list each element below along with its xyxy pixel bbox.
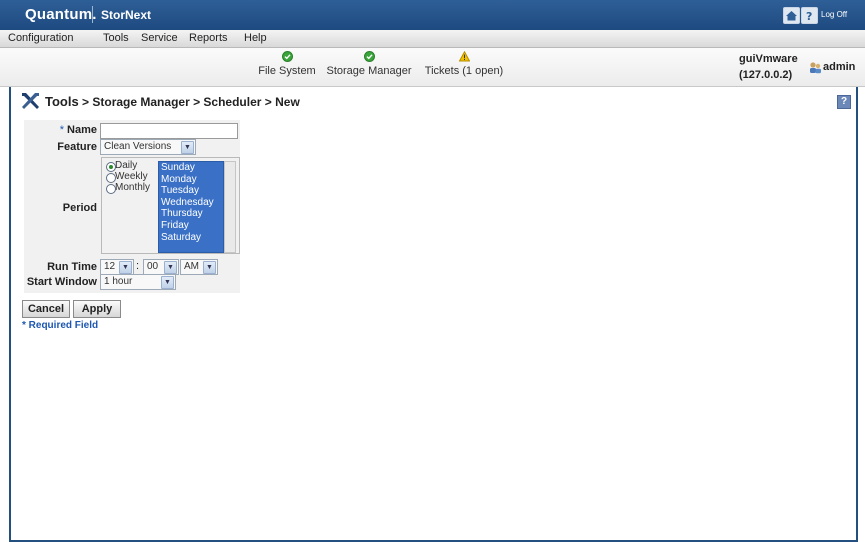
breadcrumb-root: Tools — [45, 94, 79, 109]
run-hour-value: 12 — [104, 261, 116, 272]
day-option[interactable]: Tuesday — [159, 185, 223, 197]
status-label: Tickets (1 open) — [424, 65, 504, 77]
server-name: guiVmware — [739, 53, 798, 65]
start-window-label: Start Window — [26, 276, 97, 288]
status-label: Storage Manager — [326, 65, 412, 77]
check-circle-icon — [281, 51, 293, 62]
current-user[interactable]: admin — [823, 61, 855, 73]
status-storage-manager[interactable]: Storage Manager — [324, 51, 414, 77]
breadcrumb: Tools > Storage Manager > Scheduler > Ne… — [45, 94, 300, 109]
cancel-button[interactable]: Cancel — [22, 300, 70, 318]
name-label-text: Name — [67, 124, 97, 136]
day-option[interactable]: Sunday — [159, 162, 223, 174]
name-label: * Name — [41, 124, 97, 136]
menu-help[interactable]: Help — [244, 32, 267, 44]
menu-reports[interactable]: Reports — [189, 32, 228, 44]
menu-bar: Configuration Tools Service Reports Help — [0, 30, 865, 48]
status-tickets[interactable]: Tickets (1 open) — [423, 51, 505, 77]
product-name: StorNext — [101, 8, 152, 22]
user-icon — [810, 62, 821, 74]
logo-divider — [92, 6, 93, 23]
warning-icon — [458, 51, 470, 62]
required-star: * — [59, 124, 64, 136]
day-option[interactable]: Friday — [159, 220, 223, 232]
menu-service[interactable]: Service — [141, 32, 178, 44]
apply-button[interactable]: Apply — [73, 300, 121, 318]
run-minute-value: 00 — [147, 261, 159, 272]
days-scrollbar[interactable] — [224, 161, 236, 253]
run-ampm-value: AM — [184, 261, 199, 272]
content-panel: Tools > Storage Manager > Scheduler > Ne… — [9, 87, 858, 542]
logoff-link[interactable]: Log Off — [821, 10, 847, 19]
start-window-select[interactable]: 1 hour ▼ — [100, 274, 176, 290]
quantum-logo: Quantum. — [25, 6, 97, 23]
home-icon[interactable] — [783, 7, 800, 24]
name-input[interactable] — [100, 123, 238, 139]
period-box: Daily Weekly Monthly Sunday Monday Tuesd… — [101, 157, 240, 254]
breadcrumb-path: > Storage Manager > Scheduler > New — [78, 95, 300, 109]
day-option[interactable]: Monday — [159, 174, 223, 186]
chevron-down-icon: ▼ — [181, 141, 194, 154]
help-icon[interactable]: ? — [801, 7, 818, 24]
day-option[interactable]: Saturday — [159, 232, 223, 244]
feature-select[interactable]: Clean Versions ▼ — [100, 139, 196, 155]
server-ip: (127.0.0.2) — [739, 69, 793, 81]
run-minute-select[interactable]: 00 ▼ — [143, 259, 179, 275]
help-button[interactable]: ? — [837, 95, 851, 109]
chevron-down-icon: ▼ — [164, 261, 177, 274]
radio-daily-label: Daily — [115, 160, 138, 171]
menu-configuration[interactable]: Configuration — [8, 32, 73, 44]
radio-weekly-label: Weekly — [115, 171, 148, 182]
run-time-label: Run Time — [47, 261, 97, 273]
chevron-down-icon: ▼ — [203, 261, 216, 274]
tools-icon — [22, 93, 39, 109]
svg-text:?: ? — [806, 10, 812, 23]
chevron-down-icon: ▼ — [161, 276, 174, 289]
status-bar: File System Storage Manager Tickets (1 o… — [0, 48, 865, 87]
feature-label: Feature — [57, 141, 97, 153]
time-separator: : — [136, 260, 140, 272]
menu-tools[interactable]: Tools — [103, 32, 129, 44]
status-file-system[interactable]: File System — [256, 51, 318, 77]
day-option[interactable]: Wednesday — [159, 197, 223, 209]
chevron-down-icon: ▼ — [119, 261, 132, 274]
run-ampm-select[interactable]: AM ▼ — [180, 259, 218, 275]
check-circle-icon — [363, 51, 375, 62]
server-info: guiVmware (127.0.0.2) — [739, 51, 798, 83]
run-hour-select[interactable]: 12 ▼ — [100, 259, 134, 275]
required-field-note: * Required Field — [22, 320, 99, 331]
feature-select-value: Clean Versions — [104, 141, 172, 152]
start-window-value: 1 hour — [104, 276, 133, 287]
status-label: File System — [258, 65, 316, 77]
days-listbox[interactable]: Sunday Monday Tuesday Wednesday Thursday… — [158, 161, 224, 253]
radio-monthly-label: Monthly — [115, 182, 151, 193]
top-bar: Quantum. StorNext ? Log Off — [0, 0, 865, 30]
day-option[interactable]: Thursday — [159, 208, 223, 220]
period-label: Period — [62, 202, 97, 214]
